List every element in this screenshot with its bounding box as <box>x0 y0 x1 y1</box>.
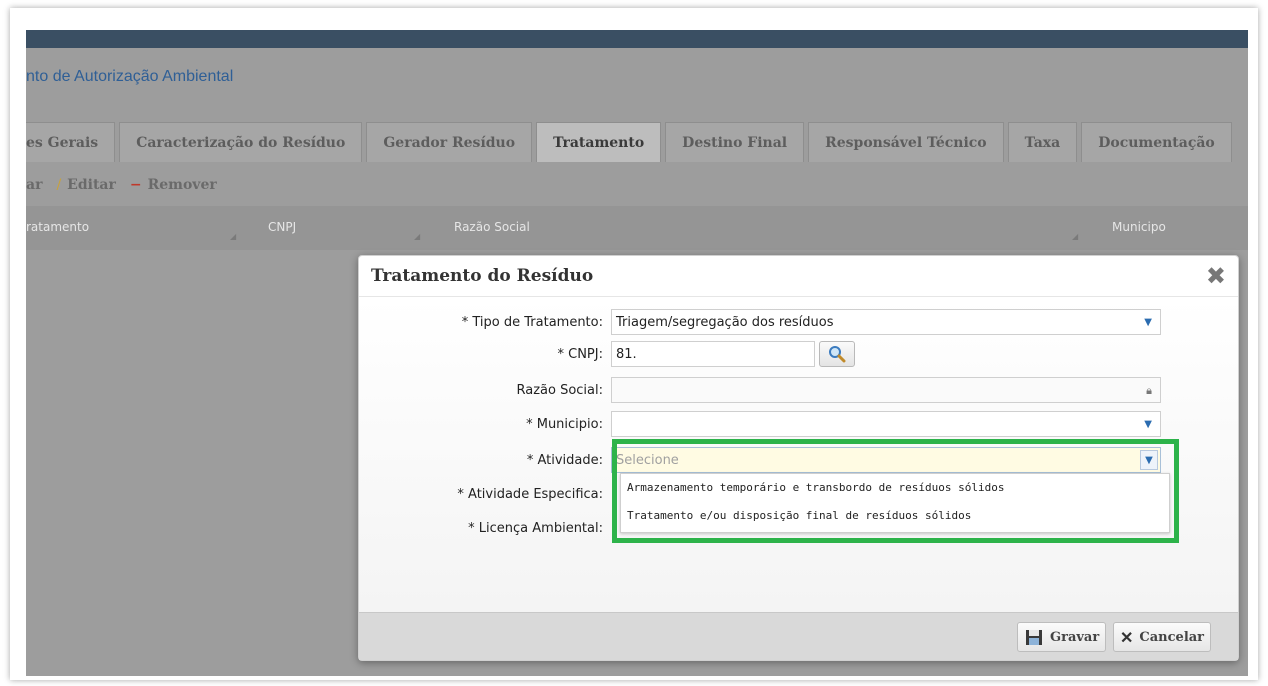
tab-caracterizacao[interactable]: Caracterização do Resíduo <box>119 122 363 162</box>
cnpj-value: 81. <box>616 346 637 362</box>
edit-label: Editar <box>67 177 116 193</box>
search-icon <box>829 346 846 363</box>
treatment-dialog: Tratamento do Resíduo ✖ * Tipo de Tratam… <box>358 255 1239 661</box>
razao-social-input: 🔒︎ <box>611 377 1161 403</box>
resize-handle-icon[interactable]: ◢ <box>1072 232 1078 241</box>
column-header-razao-social[interactable]: Razão Social <box>454 220 530 234</box>
cnpj-input[interactable]: 81. <box>611 341 815 367</box>
row-cnpj: * CNPJ: 81. <box>359 341 1238 367</box>
minus-icon: − <box>129 177 142 193</box>
resize-handle-icon[interactable]: ◢ <box>414 232 420 241</box>
edit-button[interactable]: / Editar <box>56 177 115 193</box>
resize-handle-icon[interactable]: ◢ <box>230 232 236 241</box>
save-icon <box>1026 630 1042 645</box>
cnpj-label: * CNPJ: <box>557 346 604 362</box>
licenca-ambiental-label: * Licença Ambiental: <box>468 520 603 536</box>
tab-taxa[interactable]: Taxa <box>1007 122 1078 162</box>
remove-button[interactable]: − Remover <box>130 177 217 193</box>
row-tipo-tratamento: * Tipo de Tratamento: Triagem/segregação… <box>359 309 1238 335</box>
tab-destino-final[interactable]: Destino Final <box>665 122 805 162</box>
tab-documentacao[interactable]: Documentação <box>1081 122 1232 162</box>
row-municipio: * Municipio: ▼ <box>359 411 1238 437</box>
tipo-tratamento-value: Triagem/segregação dos resíduos <box>616 314 834 330</box>
tab-tratamento[interactable]: Tratamento <box>536 122 662 162</box>
razao-social-label: Razão Social: <box>516 382 603 398</box>
row-razao-social: Razão Social: 🔒︎ <box>359 377 1238 403</box>
cancel-button[interactable]: ✕ Cancelar <box>1113 622 1212 652</box>
column-header-municipio[interactable]: Municipo <box>1112 220 1166 234</box>
column-header-cnpj[interactable]: CNPJ <box>268 220 296 234</box>
cancel-label: Cancelar <box>1139 629 1205 645</box>
save-label: Gravar <box>1050 629 1100 645</box>
dialog-header: Tratamento do Resíduo ✖ <box>359 256 1238 296</box>
tab-gerador[interactable]: Gerador Resíduo <box>366 122 533 162</box>
atividade-label: * Atividade: <box>526 452 603 468</box>
column-header-tratamento[interactable]: ratamento <box>26 220 89 234</box>
grid-toolbar: ar / Editar − Remover <box>26 170 217 200</box>
add-label: ar <box>26 177 43 193</box>
close-icon[interactable]: ✖ <box>1206 264 1226 288</box>
remove-label: Remover <box>147 177 217 193</box>
tipo-tratamento-select[interactable]: Triagem/segregação dos resíduos ▼ <box>611 309 1161 335</box>
cnpj-search-button[interactable] <box>819 341 855 367</box>
pencil-icon: / <box>56 177 62 193</box>
annotation-highlight-box <box>612 439 1179 543</box>
tipo-tratamento-label: * Tipo de Tratamento: <box>461 314 603 330</box>
add-button[interactable]: ar <box>26 177 42 193</box>
save-button[interactable]: Gravar <box>1017 622 1107 652</box>
dialog-footer: Gravar ✕ Cancelar <box>359 612 1238 660</box>
atividade-especifica-label: * Atividade Especifica: <box>457 486 603 502</box>
lock-icon: 🔒︎ <box>1146 384 1152 397</box>
chevron-down-icon[interactable]: ▼ <box>1144 317 1152 328</box>
app-title: nto de Autorização Ambiental <box>26 68 234 85</box>
grid-header: ratamento ◢ CNPJ ◢ Razão Social ◢ Munici… <box>26 206 1248 250</box>
municipio-label: * Municipio: <box>526 416 603 432</box>
tab-bar: es Gerais Caracterização do Resíduo Gera… <box>26 122 1236 162</box>
tab-dados-gerais[interactable]: es Gerais <box>26 122 116 162</box>
municipio-select[interactable]: ▼ <box>611 411 1161 437</box>
tab-responsavel-tecnico[interactable]: Responsável Técnico <box>808 122 1004 162</box>
dialog-title: Tratamento do Resíduo <box>371 266 594 286</box>
treatment-form: * Tipo de Tratamento: Triagem/segregação… <box>359 296 1238 612</box>
top-bar <box>26 30 1248 48</box>
cancel-icon: ✕ <box>1120 627 1134 647</box>
chevron-down-icon[interactable]: ▼ <box>1144 419 1152 430</box>
